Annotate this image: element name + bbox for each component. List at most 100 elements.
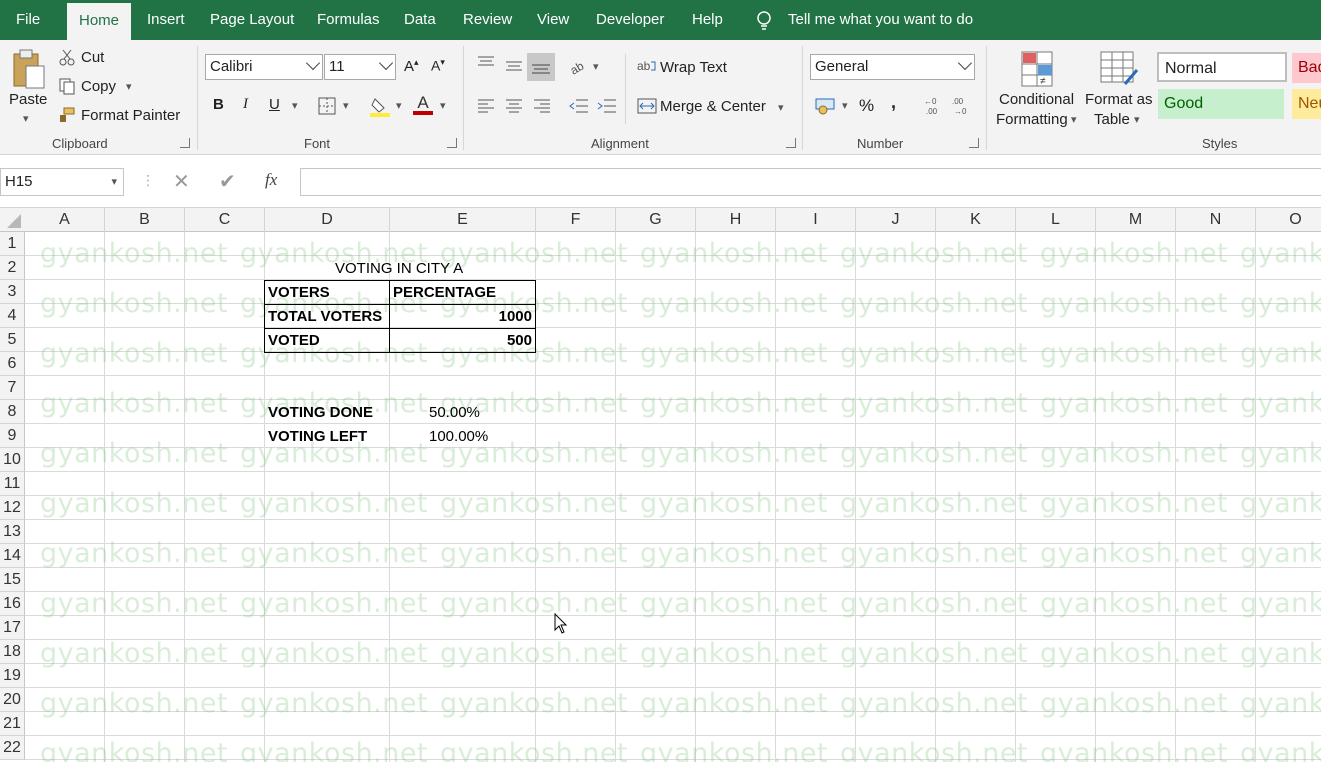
cut-button[interactable]: Cut <box>81 49 104 66</box>
row-header[interactable]: 19 <box>0 664 25 688</box>
row-header[interactable]: 5 <box>0 328 25 352</box>
cell-total-voters-value[interactable]: 1000 <box>390 305 532 329</box>
row-header[interactable]: 2 <box>0 256 25 280</box>
increase-indent-icon[interactable] <box>596 98 618 114</box>
select-all-icon[interactable] <box>0 208 25 232</box>
column-header[interactable]: E <box>390 208 536 232</box>
row-header[interactable]: 18 <box>0 640 25 664</box>
row-header[interactable]: 21 <box>0 712 25 736</box>
column-header[interactable]: N <box>1176 208 1256 232</box>
row-header[interactable]: 6 <box>0 352 25 376</box>
fill-color-dropdown-icon[interactable]: ▾ <box>396 99 402 112</box>
row-header[interactable]: 11 <box>0 472 25 496</box>
cell-title[interactable]: VOTING IN CITY A <box>335 257 463 281</box>
increase-decimal-icon[interactable]: ←0.00 <box>924 96 944 116</box>
menu-data[interactable]: Data <box>404 0 436 40</box>
align-right-icon[interactable] <box>532 99 552 113</box>
merge-dropdown-icon[interactable]: ▾ <box>778 101 784 114</box>
align-top-icon[interactable] <box>476 56 496 70</box>
column-header[interactable]: C <box>185 208 265 232</box>
cell-voting-done-label[interactable]: VOTING DONE <box>268 401 373 425</box>
column-header[interactable]: L <box>1016 208 1096 232</box>
row-header[interactable]: 20 <box>0 688 25 712</box>
row-header[interactable]: 16 <box>0 592 25 616</box>
row-header[interactable]: 15 <box>0 568 25 592</box>
clipboard-launcher-icon[interactable] <box>180 138 190 148</box>
orientation-icon[interactable]: ab <box>569 57 591 75</box>
row-header[interactable]: 13 <box>0 520 25 544</box>
column-header[interactable]: G <box>616 208 696 232</box>
alignment-launcher-icon[interactable] <box>786 138 796 148</box>
column-header[interactable]: M <box>1096 208 1176 232</box>
column-header[interactable]: K <box>936 208 1016 232</box>
worksheet-grid[interactable]: ABCDEFGHIJKLMNO 1 2 3 4 5 6 7 8 9 10 11 12 13 14 15 16 1… <box>0 208 1321 762</box>
increase-font-icon[interactable]: A▴ <box>404 57 419 75</box>
column-header[interactable]: J <box>856 208 936 232</box>
accounting-format-icon[interactable] <box>814 96 838 116</box>
bold-button[interactable]: B <box>213 96 224 113</box>
font-color-dropdown-icon[interactable]: ▾ <box>440 99 446 112</box>
format-as-table-label1[interactable]: Format as <box>1085 91 1153 108</box>
row-header[interactable]: 4 <box>0 304 25 328</box>
cell-header-voters[interactable]: VOTERS <box>268 281 330 305</box>
style-bad[interactable]: Bad <box>1292 53 1321 83</box>
row-header[interactable]: 7 <box>0 376 25 400</box>
align-middle-icon[interactable] <box>504 60 524 74</box>
font-color-icon[interactable]: A <box>412 93 434 117</box>
font-name-combo[interactable]: Calibri <box>205 54 323 80</box>
paste-dropdown-icon[interactable]: ▾ <box>23 112 29 125</box>
align-left-icon[interactable] <box>476 99 496 113</box>
row-header[interactable]: 10 <box>0 448 25 472</box>
conditional-dropdown-icon[interactable]: ▾ <box>1071 113 1077 126</box>
row-header[interactable]: 3 <box>0 280 25 304</box>
align-bottom-button[interactable] <box>527 53 555 81</box>
font-launcher-icon[interactable] <box>447 138 457 148</box>
cell-voted-label[interactable]: VOTED <box>268 329 320 353</box>
cell-header-percentage[interactable]: PERCENTAGE <box>393 281 496 305</box>
menu-home[interactable]: Home <box>67 3 132 40</box>
cell-voted-value[interactable]: 500 <box>390 329 532 353</box>
row-header[interactable]: 9 <box>0 424 25 448</box>
paste-button[interactable]: Paste <box>9 91 47 108</box>
conditional-formatting-label1[interactable]: Conditional <box>999 91 1074 108</box>
row-header[interactable]: 17 <box>0 616 25 640</box>
align-center-icon[interactable] <box>504 99 524 113</box>
merge-center-button[interactable]: Merge & Center <box>660 98 766 115</box>
format-table-dropdown-icon[interactable]: ▾ <box>1134 113 1140 126</box>
percent-style-button[interactable]: % <box>859 96 874 116</box>
fill-color-icon[interactable] <box>370 95 392 117</box>
comma-style-button[interactable]: , <box>891 92 896 113</box>
column-header[interactable]: O <box>1256 208 1321 232</box>
cancel-icon[interactable]: ✕ <box>173 169 190 194</box>
row-header[interactable]: 14 <box>0 544 25 568</box>
column-header[interactable]: H <box>696 208 776 232</box>
row-header[interactable]: 22 <box>0 736 25 760</box>
insert-function-button[interactable]: fx <box>265 170 277 190</box>
copy-dropdown-icon[interactable]: ▾ <box>126 80 132 93</box>
format-as-table-label2[interactable]: Table <box>1094 111 1130 128</box>
menu-review[interactable]: Review <box>463 0 512 40</box>
column-header[interactable]: B <box>105 208 185 232</box>
conditional-formatting-label2[interactable]: Formatting <box>996 111 1068 128</box>
wrap-text-button[interactable]: Wrap Text <box>660 59 727 76</box>
font-size-combo[interactable]: 11 <box>324 54 396 80</box>
style-neutral[interactable]: Neu <box>1292 89 1321 119</box>
menu-formulas[interactable]: Formulas <box>317 0 380 40</box>
tell-me-search[interactable]: Tell me what you want to do <box>788 0 973 40</box>
cell-voting-done-value[interactable]: 50.00% <box>429 401 480 425</box>
decrease-font-icon[interactable]: A▾ <box>431 57 445 74</box>
menu-developer[interactable]: Developer <box>596 0 664 40</box>
number-launcher-icon[interactable] <box>969 138 979 148</box>
menu-help[interactable]: Help <box>692 0 723 40</box>
number-format-combo[interactable]: General <box>810 54 975 80</box>
menu-insert[interactable]: Insert <box>147 0 185 40</box>
column-header[interactable]: F <box>536 208 616 232</box>
decrease-decimal-icon[interactable]: .00→0 <box>952 96 972 116</box>
menu-file[interactable]: File <box>16 0 40 40</box>
menu-view[interactable]: View <box>537 0 569 40</box>
name-box-dropdown-icon[interactable]: ▾ <box>111 169 117 195</box>
enter-icon[interactable]: ✔ <box>219 169 236 194</box>
format-painter-button[interactable]: Format Painter <box>81 107 180 124</box>
orientation-dropdown-icon[interactable]: ▾ <box>593 60 599 73</box>
copy-button[interactable]: Copy <box>81 78 116 95</box>
